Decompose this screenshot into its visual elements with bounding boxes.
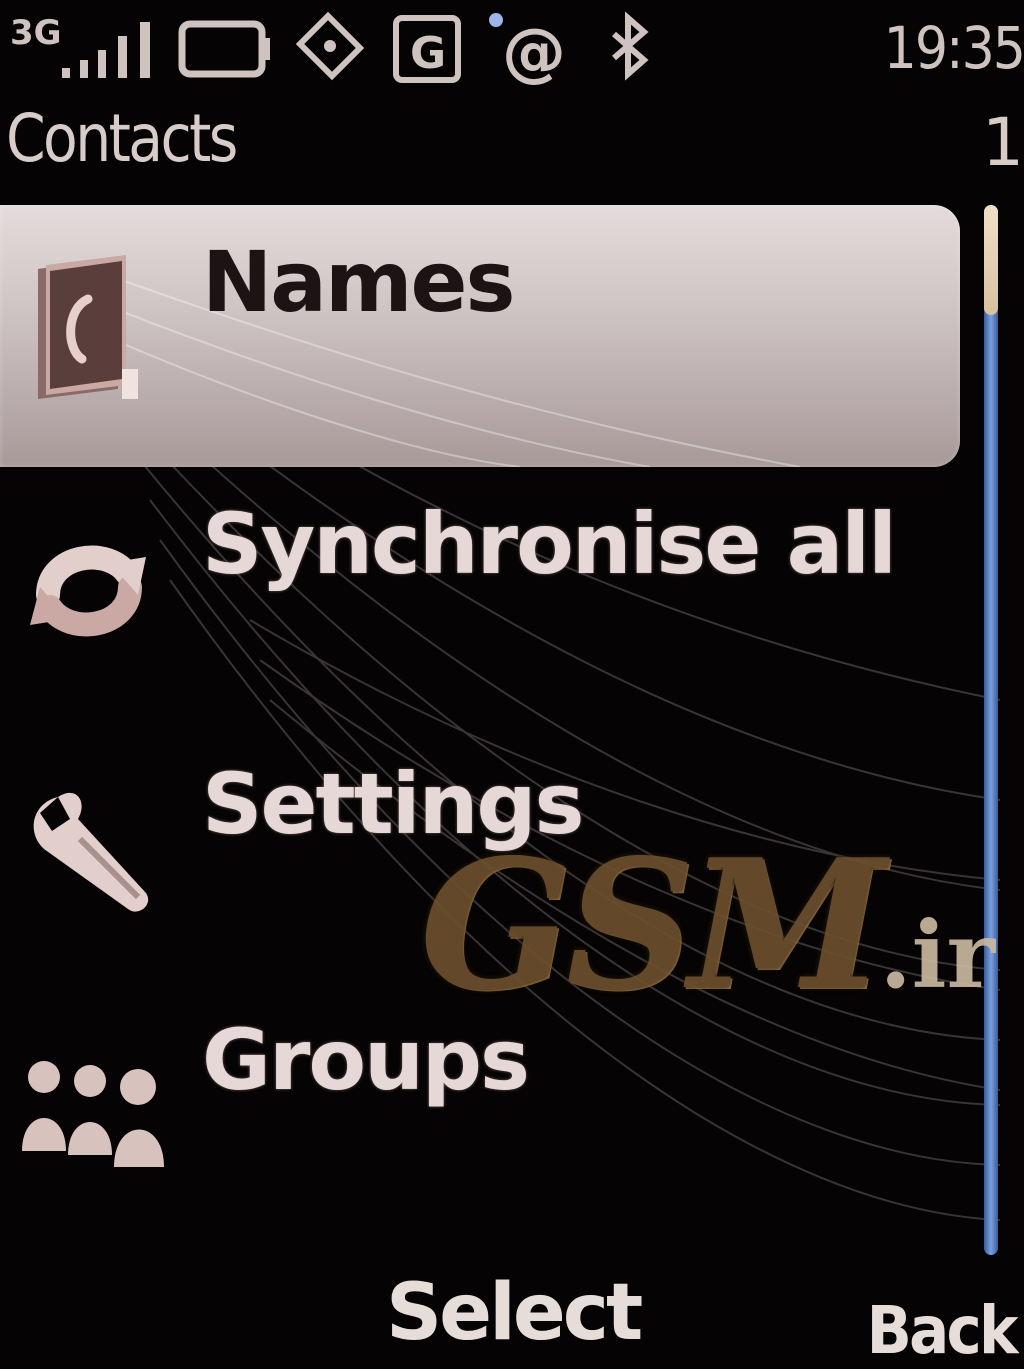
address-book-icon [38,255,138,399]
watermark-suffix: .ir [879,901,996,1009]
right-softkey-back[interactable]: Back [867,1292,1019,1369]
status-bar: 3G G @ 19:35 [0,0,1024,95]
menu-item-groups[interactable]: Groups [0,991,960,1253]
page-indicator: 1 [982,104,1024,181]
watermark-logo: GSM.ir [420,820,995,1029]
signal-strength-icon [62,22,150,78]
page-title: Contacts [6,100,238,177]
people-group-icon [22,1061,164,1167]
menu-item-label: Synchronise all [202,495,897,593]
menu-item-label: Names [202,233,515,331]
clock: 19:35 [883,14,1024,82]
scrollbar[interactable] [984,205,998,1255]
svg-text:@: @ [502,16,566,88]
watermark-brand: GSM [420,820,886,1029]
battery-icon [178,20,270,78]
wrench-icon [33,792,149,912]
sync-icon [30,545,146,637]
left-softkey-select[interactable]: Select [386,1268,643,1358]
data-transfer-icon [295,11,365,81]
scrollbar-thumb[interactable] [984,205,998,315]
status-icons: 3G G @ [10,11,649,88]
svg-text:3G: 3G [10,13,62,53]
svg-text:G: G [410,28,446,79]
bluetooth-icon [612,11,649,81]
network-3g-icon: 3G [10,13,62,53]
menu-item-synchronise-all[interactable]: Synchronise all [0,467,960,729]
menu-item-names[interactable]: Names [0,205,960,467]
email-icon: @ [489,13,566,88]
gprs-icon: G [393,15,461,83]
